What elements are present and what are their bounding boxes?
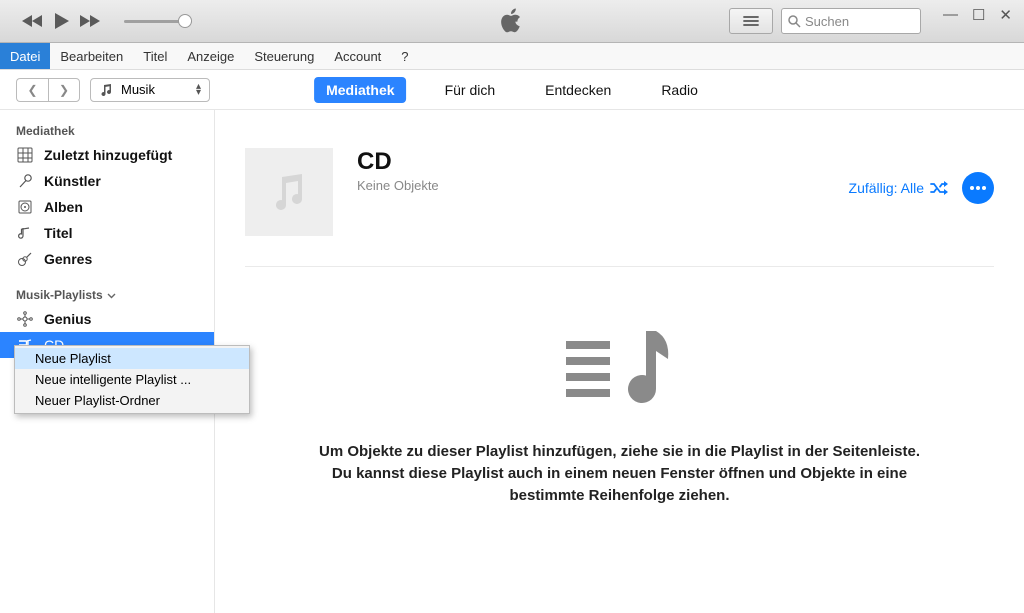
menu-title[interactable]: Titel — [133, 43, 177, 69]
tab-foryou[interactable]: Für dich — [433, 77, 508, 103]
playlist-subtitle: Keine Objekte — [357, 178, 439, 193]
section-header-library: Mediathek — [0, 120, 214, 142]
next-button[interactable] — [76, 12, 102, 30]
sidebar-item-label: Alben — [44, 199, 83, 215]
context-new-playlist[interactable]: Neue Playlist — [15, 348, 249, 369]
ellipsis-icon — [969, 185, 987, 191]
playlist-header: CD Keine Objekte Zufällig: Alle — [245, 130, 994, 267]
section-header-playlists[interactable]: Musik-Playlists — [0, 284, 214, 306]
playlist-artwork — [245, 148, 333, 236]
sidebar-item-label: Titel — [44, 225, 73, 241]
sidebar-item-genres[interactable]: Genres — [0, 246, 214, 272]
music-note-icon — [99, 83, 113, 97]
media-type-select[interactable]: Musik ▴▾ — [90, 78, 210, 102]
shuffle-icon — [930, 181, 948, 195]
media-type-label: Musik — [121, 82, 155, 97]
search-placeholder: Suchen — [805, 14, 849, 29]
menu-account[interactable]: Account — [324, 43, 391, 69]
playlist-title-block: CD Keine Objekte — [357, 148, 439, 193]
empty-state: Um Objekte zu dieser Playlist hinzufügen… — [245, 327, 994, 506]
sidebar-item-label: Genius — [44, 311, 91, 327]
minimize-button[interactable]: — — [943, 6, 958, 23]
close-button[interactable]: ✕ — [999, 6, 1012, 24]
sidebar-item-label: Genres — [44, 251, 92, 267]
window-buttons: — ☐ ✕ — [943, 6, 1012, 24]
maximize-button[interactable]: ☐ — [972, 6, 985, 24]
genius-icon — [16, 311, 34, 327]
microphone-icon — [16, 173, 34, 189]
sidebar-item-recent[interactable]: Zuletzt hinzugefügt — [0, 142, 214, 168]
menu-help[interactable]: ? — [391, 43, 418, 69]
play-button[interactable] — [48, 10, 74, 32]
shuffle-all-button[interactable]: Zufällig: Alle — [849, 180, 948, 196]
more-actions-button[interactable] — [962, 172, 994, 204]
volume-slider[interactable] — [118, 20, 192, 23]
sidebar-item-genius[interactable]: Genius — [0, 306, 214, 332]
titlebar: Suchen — ☐ ✕ — [0, 0, 1024, 43]
apple-logo-icon — [501, 8, 523, 34]
note-icon — [16, 225, 34, 241]
playlist-header-actions: Zufällig: Alle — [849, 172, 994, 204]
tab-discover[interactable]: Entdecken — [533, 77, 623, 103]
empty-state-text: Um Objekte zu dieser Playlist hinzufügen… — [310, 441, 930, 506]
sidebar-item-titles[interactable]: Titel — [0, 220, 214, 246]
menu-controls[interactable]: Steuerung — [244, 43, 324, 69]
content-area: CD Keine Objekte Zufällig: Alle — [215, 110, 1024, 613]
search-icon — [788, 15, 801, 28]
sidebar-item-label: Künstler — [44, 173, 101, 189]
chevron-down-icon — [107, 291, 116, 300]
list-view-button[interactable] — [729, 8, 773, 34]
guitar-icon — [16, 251, 34, 267]
menubar: Datei Bearbeiten Titel Anzeige Steuerung… — [0, 43, 1024, 70]
back-button[interactable]: ❮ — [16, 78, 48, 102]
right-controls: Suchen — ☐ ✕ — [729, 8, 1024, 34]
music-notes-icon — [266, 169, 312, 215]
context-menu: Neue Playlist Neue intelligente Playlist… — [14, 345, 250, 414]
prev-button[interactable] — [20, 12, 46, 30]
context-new-folder[interactable]: Neuer Playlist-Ordner — [15, 390, 249, 411]
nav-tabs: Mediathek Für dich Entdecken Radio — [314, 77, 710, 103]
nav-buttons: ❮ ❯ — [16, 78, 80, 102]
tab-radio[interactable]: Radio — [649, 77, 710, 103]
menu-file[interactable]: Datei — [0, 43, 50, 69]
playlist-title: CD — [357, 148, 439, 176]
context-new-smart-playlist[interactable]: Neue intelligente Playlist ... — [15, 369, 249, 390]
sidebar-item-albums[interactable]: Alben — [0, 194, 214, 220]
sidebar-item-label: Zuletzt hinzugefügt — [44, 147, 172, 163]
search-input[interactable]: Suchen — [781, 8, 921, 34]
album-icon — [16, 199, 34, 215]
empty-playlist-icon — [245, 327, 994, 417]
menu-edit[interactable]: Bearbeiten — [50, 43, 133, 69]
toolbar: ❮ ❯ Musik ▴▾ Mediathek Für dich Entdecke… — [0, 70, 1024, 110]
grid-icon — [16, 147, 34, 163]
forward-button[interactable]: ❯ — [48, 78, 80, 102]
playback-controls — [20, 10, 192, 32]
chevron-updown-icon: ▴▾ — [196, 84, 201, 96]
sidebar-item-artists[interactable]: Künstler — [0, 168, 214, 194]
menu-view[interactable]: Anzeige — [177, 43, 244, 69]
tab-library[interactable]: Mediathek — [314, 77, 406, 103]
